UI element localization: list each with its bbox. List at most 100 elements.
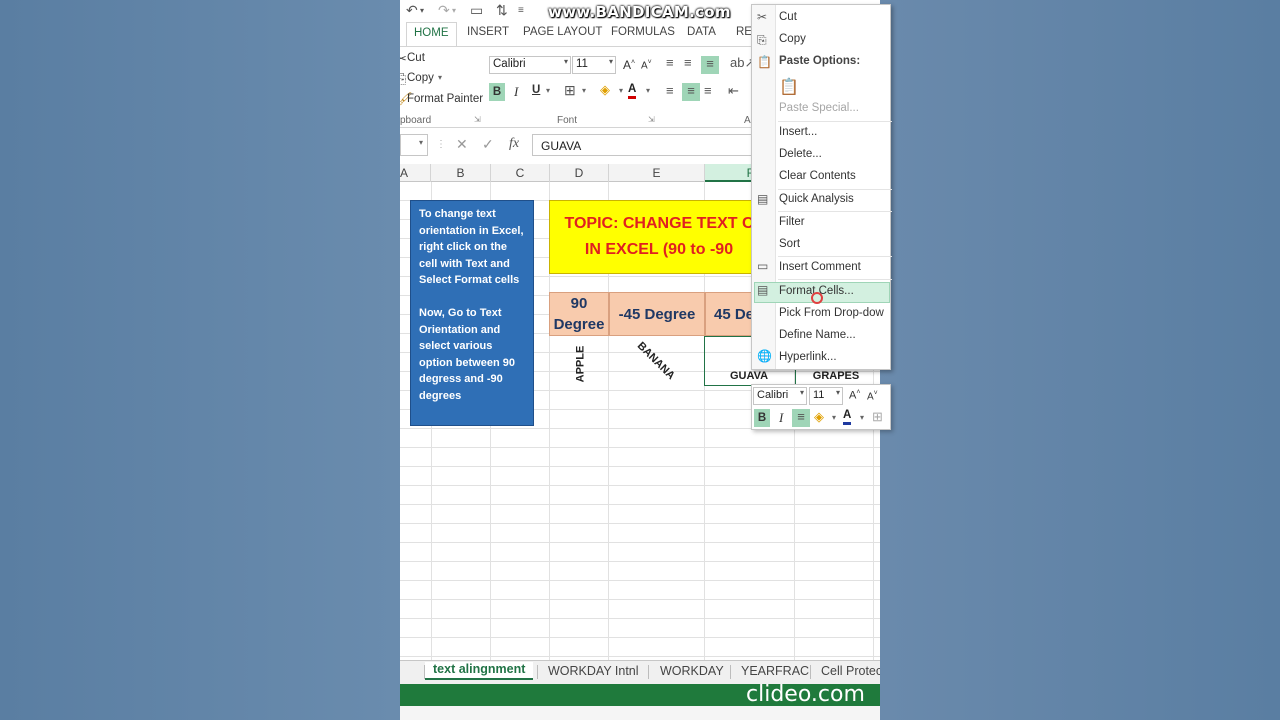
font-launcher-icon[interactable]: ⇲ (648, 115, 655, 124)
fill-color-dropdown-icon[interactable]: ▾ (619, 86, 623, 95)
mini-fill-dropdown-icon[interactable]: ▾ (832, 413, 836, 422)
undo-dropdown-icon[interactable]: ▾ (420, 6, 424, 15)
copy-dropdown-icon[interactable]: ▾ (438, 73, 442, 82)
tab-formulas[interactable]: FORMULAS (611, 26, 675, 38)
mini-italic-button[interactable]: I (779, 410, 783, 426)
sheet-tab-workday-intl[interactable]: WORKDAY Intnl (548, 664, 639, 678)
sheet-tab-text-alignment[interactable]: text alingnment (425, 662, 534, 680)
decrease-indent-icon[interactable]: ⇤ (728, 83, 739, 99)
grow-font-icon[interactable]: A˄ (623, 58, 635, 72)
grow-font-icon[interactable]: A˄ (849, 389, 860, 402)
mini-bold-button[interactable]: B (754, 409, 770, 427)
borders-icon[interactable]: ⊞ (564, 82, 576, 99)
tab-page-layout[interactable]: PAGE LAYOUT (523, 26, 602, 38)
menu-item-insert[interactable]: Insert... (779, 126, 817, 138)
header-minus-45-degree: -45 Degree (609, 292, 705, 336)
tab-data[interactable]: DATA (687, 26, 716, 38)
clipboard-launcher-icon[interactable]: ⇲ (474, 115, 481, 124)
menu-item-hyperlink[interactable]: Hyperlink... (779, 351, 837, 363)
menu-item-delete[interactable]: Delete... (779, 148, 822, 160)
menu-item-clear-contents[interactable]: Clear Contents (779, 170, 856, 182)
column-header-a[interactable]: A (400, 164, 431, 182)
font-group-label: Font (557, 115, 578, 126)
cut-button[interactable]: Cut (407, 52, 425, 64)
cell-apple: APPLE (574, 345, 587, 383)
align-left-icon[interactable]: ≡ (666, 83, 674, 98)
paste-clipboard-icon[interactable]: 📋 (779, 77, 799, 97)
sheet-tab-cell-protection[interactable]: Cell Protec (821, 664, 880, 678)
menu-item-copy[interactable]: Copy (779, 33, 806, 45)
copy-icon: ⎘ (757, 33, 767, 47)
bottom-align-icon[interactable]: ≡ (701, 56, 719, 74)
paste-icon: 📋 (757, 55, 772, 69)
column-header-b[interactable]: B (431, 164, 491, 182)
mini-center-icon[interactable]: ≡ (792, 409, 810, 427)
align-center-icon[interactable]: ≡ (682, 83, 700, 101)
top-align-icon[interactable]: ≡ (666, 55, 674, 70)
mini-font-combo[interactable]: Calibri ▾ (753, 387, 807, 405)
font-name-combo[interactable]: Calibri ▾ (489, 56, 571, 74)
tab-home[interactable]: HOME (406, 22, 457, 47)
bold-button[interactable]: B (489, 83, 505, 101)
touch-mode-icon[interactable]: ▭ (470, 2, 483, 19)
tab-insert[interactable]: INSERT (467, 26, 509, 38)
mini-font-color-button[interactable]: A (843, 409, 852, 425)
topic-line-1: TOPIC: CHANGE TEXT C (564, 215, 754, 232)
tab-review[interactable]: RE (736, 26, 752, 38)
font-size-combo[interactable]: 11 ▾ (572, 56, 616, 74)
font-color-button[interactable]: A (628, 83, 637, 99)
enter-icon[interactable]: ✓ (482, 136, 494, 153)
sheet-tab-separator (648, 665, 649, 679)
menu-separator (778, 256, 892, 257)
shrink-font-icon[interactable]: A˅ (641, 59, 652, 71)
menu-item-cut[interactable]: Cut (779, 11, 797, 23)
font-size-value: 11 (576, 58, 588, 70)
copy-button[interactable]: Copy (407, 72, 434, 84)
format-painter-button[interactable]: Format Painter (407, 93, 483, 105)
column-header-c[interactable]: C (491, 164, 550, 182)
menu-item-quick-analysis[interactable]: Quick Analysis (779, 193, 854, 205)
cell-grapes: GRAPES (812, 370, 860, 382)
mini-font-value: Calibri (757, 389, 789, 401)
cancel-icon[interactable]: ✕ (456, 136, 468, 153)
sheet-tab-workday[interactable]: WORKDAY (660, 664, 724, 678)
underline-dropdown-icon[interactable]: ▾ (546, 86, 550, 95)
middle-align-icon[interactable]: ≡ (684, 55, 692, 70)
align-right-icon[interactable]: ≡ (704, 83, 712, 98)
borders-dropdown-icon[interactable]: ▾ (582, 86, 586, 95)
mini-size-combo[interactable]: 11 ▾ (809, 387, 843, 405)
menu-item-pick-from-dropdown[interactable]: Pick From Drop-dow (779, 307, 884, 319)
redo-dropdown-icon[interactable]: ▾ (452, 6, 456, 15)
fill-color-icon[interactable]: ◈ (600, 82, 610, 98)
copy-icon: ⎘ (400, 71, 407, 86)
shrink-font-icon[interactable]: A˅ (867, 390, 878, 402)
customize-qat-icon[interactable]: ≡ (518, 5, 524, 16)
sheet-tab-yearfrac[interactable]: YEARFRAC (741, 664, 809, 678)
menu-paste-options-label: Paste Options: (779, 55, 861, 67)
insert-function-button[interactable]: fx (509, 136, 519, 152)
column-header-d[interactable]: D (550, 164, 609, 182)
sort-icon[interactable]: ⇅ (496, 2, 508, 19)
menu-item-filter[interactable]: Filter (779, 216, 805, 228)
font-name-value: Calibri (493, 58, 526, 70)
mini-borders-icon[interactable]: ⊞ (872, 409, 883, 425)
sheet-tab-separator (810, 665, 811, 679)
mini-font-color-dropdown-icon[interactable]: ▾ (860, 413, 864, 422)
comment-icon: ▭ (757, 259, 769, 273)
menu-item-define-name[interactable]: Define Name... (779, 329, 856, 341)
cell-guava: GUAVA (730, 370, 769, 382)
quick-analysis-icon: ▤ (757, 192, 769, 206)
italic-button[interactable]: I (514, 84, 518, 100)
font-color-dropdown-icon[interactable]: ▾ (646, 86, 650, 95)
mini-fill-color-icon[interactable]: ◈ (814, 409, 824, 425)
hyperlink-icon: 🌐 (757, 349, 772, 363)
redo-icon[interactable]: ↷ (438, 2, 450, 19)
undo-icon[interactable]: ↶ (406, 2, 418, 19)
menu-item-sort[interactable]: Sort (779, 238, 800, 250)
name-box[interactable]: ▾ (400, 134, 428, 156)
menu-item-insert-comment[interactable]: Insert Comment (779, 261, 861, 273)
context-menu: ✂ Cut ⎘ Copy 📋 Paste Options: 📋 Paste Sp… (751, 4, 892, 370)
underline-button[interactable]: U (532, 84, 540, 96)
menu-separator (778, 279, 892, 280)
column-header-e[interactable]: E (609, 164, 705, 182)
